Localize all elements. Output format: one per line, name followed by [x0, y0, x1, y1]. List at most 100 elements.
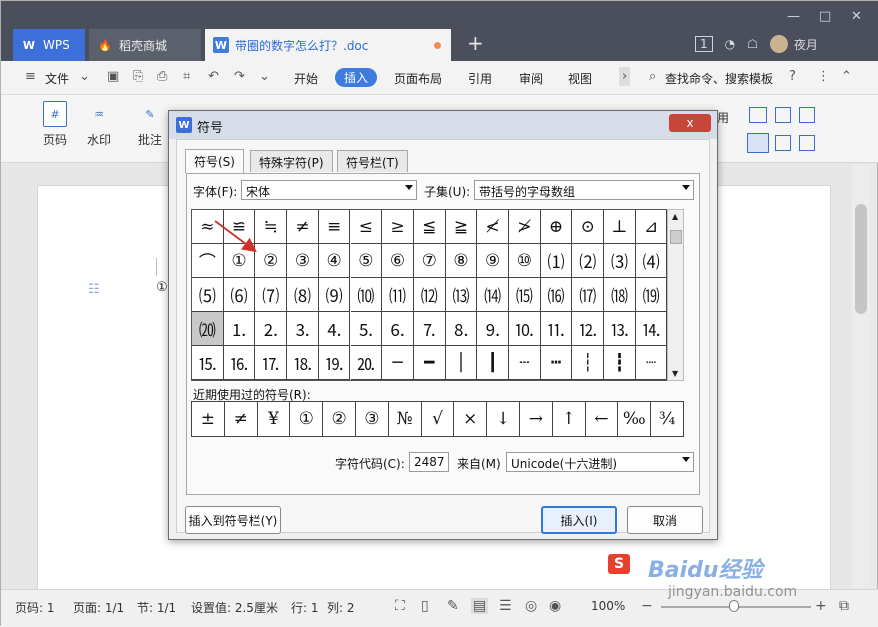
symbol-cell[interactable]: ≈: [192, 210, 224, 244]
help-icon[interactable]: ?: [789, 69, 796, 84]
font-select[interactable]: 宋体: [241, 180, 417, 200]
symbol-cell[interactable]: ⒘: [255, 346, 288, 380]
web-view-icon[interactable]: ◎: [525, 598, 537, 614]
symbol-cell[interactable]: ┆: [572, 346, 605, 380]
search-command-input[interactable]: 查找命令、搜索模板: [665, 70, 773, 87]
tab-special-chars[interactable]: 特殊字符(P): [250, 150, 333, 172]
symbol-cell[interactable]: ⑻: [287, 278, 319, 312]
user-name[interactable]: 夜月: [794, 36, 818, 53]
symbol-cell[interactable]: ⒊: [287, 312, 319, 346]
symbol-cell[interactable]: ┄: [509, 346, 541, 380]
status-row[interactable]: 行: 1: [291, 599, 319, 616]
symbol-cell[interactable]: ⊿: [635, 210, 668, 244]
symbol-cell[interactable]: ⒇: [192, 312, 224, 346]
menu-reference[interactable]: 引用: [468, 70, 492, 87]
symbol-cell[interactable]: ②: [255, 244, 288, 278]
symbol-cell[interactable]: ≌: [223, 210, 256, 244]
symbol-cell[interactable]: ⑨: [477, 244, 509, 278]
symbol-cell[interactable]: ≦: [413, 210, 446, 244]
comment-button[interactable]: ✎ 批注: [135, 101, 165, 148]
menu-scroll-right-icon[interactable]: ›: [619, 67, 631, 86]
recent-symbol-cell[interactable]: ③: [356, 402, 389, 436]
recent-symbol-cell[interactable]: №: [389, 402, 422, 436]
checkbox-icon[interactable]: [775, 107, 791, 123]
menu-page-layout[interactable]: 页面布局: [394, 70, 442, 87]
outline-view-icon[interactable]: ☰: [499, 598, 512, 614]
symbol-cell[interactable]: ⒄: [572, 278, 605, 312]
file-menu[interactable]: 文件: [45, 70, 69, 87]
recent-symbol-cell[interactable]: ‰: [618, 402, 652, 436]
symbol-cell[interactable]: ⊥: [604, 210, 636, 244]
menu-start[interactable]: 开始: [294, 70, 318, 87]
chevron-down-icon[interactable]: ⌄: [79, 69, 90, 84]
symbol-cell[interactable]: ①: [223, 244, 256, 278]
symbol-cell[interactable]: ⌒: [192, 244, 224, 278]
maximize-icon[interactable]: □: [819, 9, 831, 24]
symbol-cell[interactable]: ⒔: [604, 312, 636, 346]
object-icon[interactable]: [799, 135, 815, 151]
print-icon[interactable]: ⎙: [157, 69, 167, 84]
page-count-badge[interactable]: 1: [695, 36, 713, 52]
symbol-cell[interactable]: │: [445, 346, 478, 380]
minimize-icon[interactable]: —: [787, 9, 800, 24]
from-select[interactable]: Unicode(十六进制): [506, 452, 694, 472]
symbol-cell[interactable]: ⒏: [445, 312, 478, 346]
cloud-icon[interactable]: ◔: [725, 37, 735, 51]
symbol-cell[interactable]: ⒛: [350, 346, 383, 380]
undo-icon[interactable]: ↶: [208, 69, 219, 84]
menu-hamburger-icon[interactable]: ≡: [25, 69, 36, 84]
symbol-grid[interactable]: ≈ ≌ ≒ ≠ ≡ ≤ ≥ ≦ ≧ ≮ ≯ ⊕ ⊙ ⊥ ⊿ ⌒ ① ② ③ ④ ⑤ ⑥ ⑦ ⑧ ⑨ ⑩ ⑴ ⑵ ⑶ ⑷ ⑸ ⑹ ⑺ ⑻ ⑼ ⑽ ⑾ ⑿ ⒀ ⒁…: [191, 209, 668, 381]
read-mode-icon[interactable]: ▯: [421, 598, 429, 614]
symbol-cell[interactable]: ⒚: [318, 346, 351, 380]
symbol-cell[interactable]: ⒖: [192, 346, 224, 380]
link-icon[interactable]: [775, 135, 791, 151]
symbol-cell[interactable]: ⑽: [350, 278, 383, 312]
symbol-cell[interactable]: ③: [287, 244, 319, 278]
close-window-icon[interactable]: ✕: [851, 9, 862, 24]
symbol-cell[interactable]: ⑧: [445, 244, 478, 278]
symbol-cell[interactable]: ⒉: [255, 312, 288, 346]
export-pdf-icon[interactable]: ⎘: [133, 69, 143, 84]
symbol-cell[interactable]: ⑼: [318, 278, 351, 312]
scrollbar-thumb[interactable]: [855, 204, 867, 314]
symbol-cell[interactable]: ⑷: [635, 244, 668, 278]
eye-care-icon[interactable]: ◉: [549, 598, 561, 614]
recent-symbol-cell[interactable]: ↑: [553, 402, 586, 436]
more-icon[interactable]: ⋮: [817, 69, 830, 84]
symbol-cell[interactable]: ⒁: [477, 278, 509, 312]
symbol-cell[interactable]: ⒐: [477, 312, 509, 346]
symbol-cell[interactable]: ⒂: [509, 278, 541, 312]
tab-docer-store[interactable]: 🔥 稻壳商城: [89, 29, 201, 61]
status-col[interactable]: 列: 2: [327, 599, 355, 616]
skin-icon[interactable]: ☖: [747, 37, 758, 51]
preview-icon[interactable]: ⌗: [183, 69, 190, 84]
symbol-cell[interactable]: ⒗: [223, 346, 256, 380]
frame-icon[interactable]: [747, 133, 769, 153]
menu-view[interactable]: 视图: [568, 70, 592, 87]
recent-symbol-cell[interactable]: ①: [290, 402, 324, 436]
recent-symbol-cell[interactable]: ≠: [225, 402, 258, 436]
symbol-cell[interactable]: ⒌: [350, 312, 383, 346]
recent-symbol-cell[interactable]: ←: [586, 402, 619, 436]
symbol-cell[interactable]: ⒓: [572, 312, 605, 346]
recent-symbol-cell[interactable]: →: [520, 402, 553, 436]
save-icon[interactable]: ▣: [107, 69, 119, 84]
symbol-cell[interactable]: ≧: [445, 210, 478, 244]
cancel-button[interactable]: 取消: [627, 506, 703, 534]
symbol-cell[interactable]: ⑥: [382, 244, 414, 278]
symbol-cell[interactable]: ⑺: [255, 278, 288, 312]
symbol-cell[interactable]: ⑦: [413, 244, 446, 278]
form-icon[interactable]: [799, 107, 815, 123]
symbol-cell[interactable]: ┈: [635, 346, 668, 380]
symbol-grid-scrollbar[interactable]: ▲ ▼: [667, 209, 684, 381]
symbol-cell[interactable]: ⒙: [287, 346, 319, 380]
symbol-cell[interactable]: ┇: [604, 346, 636, 380]
symbol-cell[interactable]: ⑾: [382, 278, 414, 312]
symbol-cell[interactable]: ⑵: [572, 244, 605, 278]
symbol-cell[interactable]: ⊙: [572, 210, 605, 244]
symbol-cell[interactable]: ⒃: [540, 278, 573, 312]
dialog-title-bar[interactable]: W 符号 x: [169, 111, 717, 139]
tab-document[interactable]: W 带圈的数字怎么打？.doc: [205, 29, 451, 61]
symbol-cell[interactable]: ⒒: [540, 312, 573, 346]
symbol-cell[interactable]: ─: [382, 346, 414, 380]
